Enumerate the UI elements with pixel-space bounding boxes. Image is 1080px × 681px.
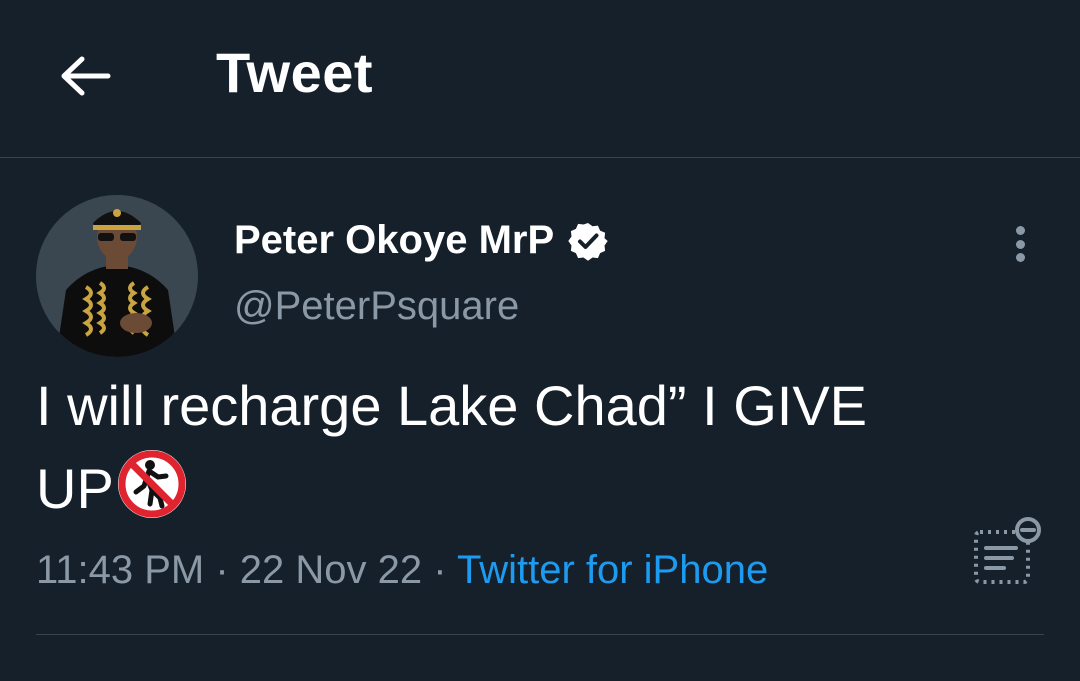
tweet-date[interactable]: 22 Nov 22 <box>240 548 422 592</box>
more-dot-icon <box>1015 253 1025 262</box>
top-app-bar: Tweet <box>0 0 1080 158</box>
tweet-time[interactable]: 11:43 PM <box>36 548 204 592</box>
view-analytics-button[interactable] <box>970 516 1046 592</box>
tweet-text: I will recharge Lake Chad” I GIVE UP <box>36 366 1036 529</box>
verified-badge-icon <box>568 222 608 261</box>
tweet-metadata: 11:43 PM · 22 Nov 22 · Twitter for iPhon… <box>36 548 768 593</box>
tweet-source-link[interactable]: Twitter for iPhone <box>457 548 768 592</box>
arrow-left-icon <box>61 56 111 96</box>
author-name-text: Peter Okoye MrP <box>234 218 555 262</box>
avatar[interactable] <box>36 195 198 357</box>
tweet-text-line-2: UP <box>36 446 1036 529</box>
meta-separator: · <box>204 548 240 592</box>
no-pedestrians-emoji-icon <box>117 450 186 518</box>
avatar-image <box>36 195 198 357</box>
tweet-text-line-1: I will recharge Lake Chad” I GIVE <box>36 374 868 437</box>
tweet-text-line-2-text: UP <box>36 457 114 520</box>
more-dot-icon <box>1015 239 1025 249</box>
more-options-button[interactable] <box>1004 222 1036 266</box>
page-title: Tweet <box>216 41 374 104</box>
analytics-icon <box>974 517 1041 584</box>
back-button[interactable] <box>56 50 114 102</box>
divider <box>36 634 1044 635</box>
more-dot-icon <box>1015 226 1025 235</box>
author-display-name[interactable]: Peter Okoye MrP <box>234 218 608 263</box>
author-handle[interactable]: @PeterPsquare <box>234 284 519 329</box>
meta-separator: · <box>422 548 457 592</box>
